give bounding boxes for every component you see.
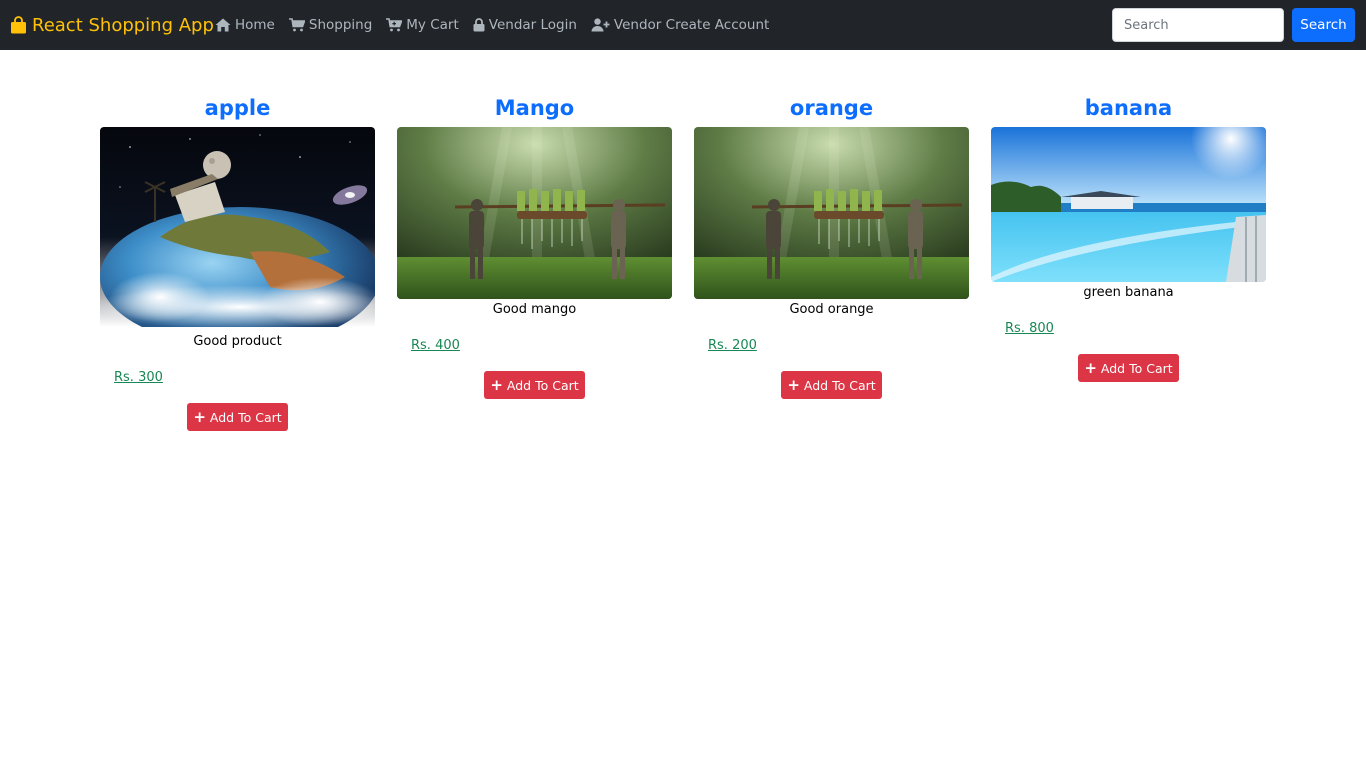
plus-icon: +	[787, 375, 800, 394]
product-description: green banana	[1083, 285, 1174, 300]
plus-icon: +	[1084, 358, 1097, 377]
product-card: Mango Good mango Rs. 400 + Add To Cart	[397, 92, 672, 399]
lock-icon	[473, 18, 485, 32]
add-to-cart-label: Add To Cart	[1100, 360, 1173, 376]
product-description: Good orange	[789, 302, 874, 317]
cart-icon	[386, 18, 403, 32]
product-image	[694, 127, 969, 299]
plus-icon: +	[193, 407, 206, 426]
nav-link-my-cart[interactable]: My Cart	[379, 0, 465, 50]
product-price-link[interactable]: Rs. 800	[1005, 319, 1266, 339]
user-plus-icon	[591, 18, 610, 32]
brand-link[interactable]: React Shopping App	[10, 0, 214, 50]
product-price-link[interactable]: Rs. 400	[411, 336, 672, 356]
nav-link-label: Vendor Create Account	[613, 17, 770, 33]
add-to-cart-button[interactable]: + Add To Cart	[484, 371, 585, 399]
product-card: orange Good orange Rs. 200 + Add To Cart	[694, 92, 969, 399]
product-title: banana	[1084, 96, 1173, 120]
nav-link-shopping[interactable]: Shopping	[282, 0, 379, 50]
product-image	[100, 127, 375, 327]
navbar: React Shopping App Home Shopping My Cart…	[0, 0, 1366, 50]
product-description: Good mango	[492, 302, 577, 317]
shopping-bag-icon	[10, 16, 27, 34]
plus-icon: +	[490, 375, 503, 394]
product-description: Good product	[193, 334, 282, 349]
nav-links: Home Shopping My Cart Vendar Login Vendo…	[208, 0, 776, 50]
nav-link-vendor-create-account[interactable]: Vendor Create Account	[584, 0, 776, 50]
brand-label: React Shopping App	[32, 14, 214, 36]
nav-link-label: Vendar Login	[488, 17, 577, 33]
add-to-cart-label: Add To Cart	[209, 409, 282, 425]
product-title: apple	[204, 96, 271, 120]
product-title: Mango	[494, 96, 575, 120]
add-to-cart-button[interactable]: + Add To Cart	[187, 403, 288, 431]
nav-link-vendor-login[interactable]: Vendar Login	[466, 0, 584, 50]
add-to-cart-button[interactable]: + Add To Cart	[781, 371, 882, 399]
add-to-cart-label: Add To Cart	[506, 377, 579, 393]
nav-link-label: Shopping	[308, 17, 373, 33]
product-price-link[interactable]: Rs. 200	[708, 336, 969, 356]
nav-link-label: My Cart	[406, 17, 459, 33]
search-button[interactable]: Search	[1292, 8, 1355, 42]
product-image	[991, 127, 1266, 282]
add-to-cart-button[interactable]: + Add To Cart	[1078, 354, 1179, 382]
product-price-link[interactable]: Rs. 300	[114, 368, 375, 388]
nav-link-label: Home	[235, 17, 275, 33]
nav-link-home[interactable]: Home	[208, 0, 282, 50]
product-card: apple Good product Rs. 300 + Add To Cart	[100, 92, 375, 431]
home-icon	[215, 18, 231, 32]
product-title: orange	[789, 96, 874, 120]
search-input[interactable]	[1112, 8, 1284, 42]
add-to-cart-label: Add To Cart	[803, 377, 876, 393]
product-card: banana green banana Rs. 800 + Add To Car…	[991, 92, 1266, 382]
shopping-cart-icon	[288, 18, 305, 32]
product-image	[397, 127, 672, 299]
